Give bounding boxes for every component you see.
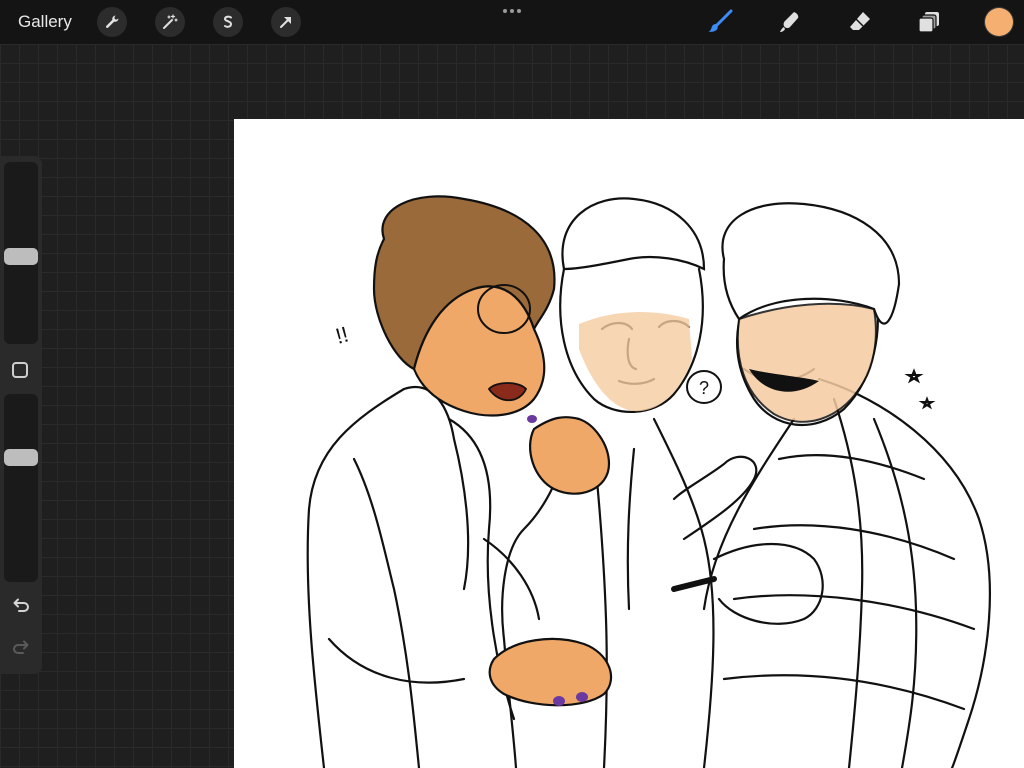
sparkle-stars-icon xyxy=(904,368,936,410)
transform-arrow-icon xyxy=(280,17,291,28)
brush-opacity-slider[interactable] xyxy=(4,394,38,582)
smudge-tool-button[interactable] xyxy=(775,7,805,37)
eraser-tool-button[interactable] xyxy=(845,7,875,37)
transform-button[interactable] xyxy=(271,7,301,37)
eraser-icon xyxy=(850,12,870,30)
brush-tool-button[interactable] xyxy=(705,7,735,37)
modify-button[interactable] xyxy=(12,362,28,378)
more-options-button[interactable] xyxy=(500,6,524,16)
exclamation-marks: !! xyxy=(333,322,351,349)
pen-hand xyxy=(712,543,824,625)
brush-opacity-thumb[interactable] xyxy=(4,448,38,466)
drawing-canvas[interactable]: ? !! xyxy=(234,119,1024,768)
redo-icon[interactable] xyxy=(10,638,32,660)
magic-wand-icon xyxy=(163,14,178,29)
brush-size-thumb[interactable] xyxy=(4,247,38,265)
left-figure-lower-hand xyxy=(488,637,613,707)
layers-button[interactable] xyxy=(915,7,945,37)
layers-icon xyxy=(918,12,939,33)
gallery-button[interactable]: Gallery xyxy=(18,12,72,32)
brush-sidebar xyxy=(0,156,42,674)
selection-icon xyxy=(223,15,233,28)
brush-icon xyxy=(708,9,733,32)
adjustments-button[interactable] xyxy=(155,7,185,37)
dot-icon xyxy=(503,9,507,13)
left-figure-coat-outline xyxy=(306,387,406,768)
top-toolbar: Gallery xyxy=(0,0,1024,44)
undo-icon[interactable] xyxy=(10,596,32,618)
actions-button[interactable] xyxy=(97,7,127,37)
selection-button[interactable] xyxy=(213,7,243,37)
wrench-icon xyxy=(105,15,119,29)
speech-bubble-text: ? xyxy=(699,378,709,398)
artwork-illustration: ? !! xyxy=(306,195,991,768)
smudge-icon xyxy=(780,12,799,32)
dot-icon xyxy=(510,9,514,13)
left-figure-collar xyxy=(402,386,470,591)
color-picker-button[interactable] xyxy=(985,8,1013,36)
left-figure-pointing-hand xyxy=(529,416,611,495)
dot-icon xyxy=(517,9,521,13)
